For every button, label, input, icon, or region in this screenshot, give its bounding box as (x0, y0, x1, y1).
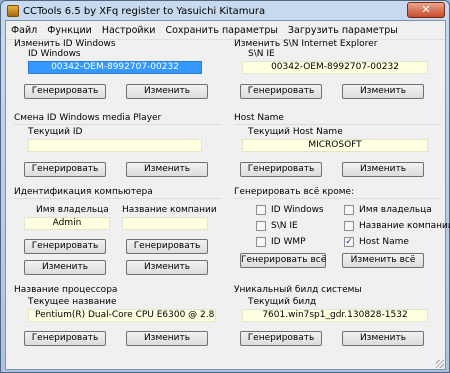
group-divider (234, 124, 439, 125)
group-title: Генерировать всё кроме: (234, 187, 355, 197)
wmp-id-change-button[interactable]: Изменить (126, 162, 208, 177)
group-wmp-id: Смена ID Windows media Player Текущий ID… (14, 113, 222, 193)
checkbox[interactable] (256, 237, 266, 247)
windows-id-label: ID Windows (28, 49, 81, 59)
wmp-id-generate-button[interactable]: Генерировать (24, 162, 106, 177)
group-ie-serial: Изменить S\N Internet Explorer S\N IE 00… (234, 39, 439, 117)
owner-field[interactable]: Admin (24, 217, 110, 230)
group-title: Уникальный билд системы (234, 285, 362, 295)
window-title: CCTools 6.5 by XFq register to Yasuichi … (23, 5, 266, 17)
app-window: CCTools 6.5 by XFq register to Yasuichi … (0, 0, 450, 373)
host-name-field[interactable]: MICROSOFT (242, 139, 428, 152)
cpu-name-field[interactable]: Pentium(R) Dual-Core CPU E6300 @ 2.80GHz (28, 309, 216, 322)
company-change-button[interactable]: Изменить (126, 260, 208, 275)
build-label: Текущий билд (248, 297, 317, 307)
group-divider (14, 198, 222, 199)
group-generate-all: Генерировать всё кроме: ID Windows S\N I… (234, 187, 450, 293)
host-name-label: Текущий Host Name (248, 127, 343, 137)
close-button[interactable]: ✕ (407, 2, 445, 18)
wmp-id-label: Текущий ID (28, 127, 83, 137)
checkbox[interactable] (256, 205, 266, 215)
menu-load-params[interactable]: Загрузить параметры (283, 25, 403, 36)
ie-serial-change-button[interactable]: Изменить (342, 84, 424, 99)
check-host-name[interactable]: ✓ Host Name (344, 237, 409, 247)
group-title: Смена ID Windows media Player (14, 113, 162, 123)
cpu-change-button[interactable]: Изменить (126, 331, 208, 346)
group-windows-id: Изменить ID Windows ID Windows 00342-OEM… (14, 39, 222, 117)
build-generate-button[interactable]: Генерировать (240, 331, 322, 346)
checkbox-checked[interactable]: ✓ (344, 237, 354, 247)
client-area: Файл Функции Настройки Сохранить парамет… (5, 20, 450, 370)
ie-serial-generate-button[interactable]: Генерировать (240, 84, 322, 99)
resize-grip-icon[interactable] (436, 360, 444, 368)
change-all-button[interactable]: Изменить всё (342, 253, 424, 268)
ie-serial-field[interactable]: 00342-OEM-8992707-00232 (242, 61, 428, 74)
company-label: Название компании (122, 205, 217, 215)
host-name-change-button[interactable]: Изменить (342, 162, 424, 177)
ie-serial-label: S\N IE (248, 49, 275, 59)
group-title: Изменить ID Windows (14, 39, 116, 49)
group-title: Изменить S\N Internet Explorer (234, 39, 378, 49)
owner-label: Имя владельца (36, 205, 109, 215)
group-system-build: Уникальный билд системы Текущий билд 760… (234, 285, 439, 369)
menu-settings[interactable]: Настройки (97, 25, 161, 36)
group-divider (234, 198, 439, 199)
group-computer-ident: Идентификация компьютера Имя владельца Н… (14, 187, 222, 293)
menu-file[interactable]: Файл (6, 25, 42, 36)
check-wmp-id[interactable]: ID WMP (256, 237, 306, 247)
menu-save-params[interactable]: Сохранить параметры (160, 25, 282, 36)
group-divider (14, 124, 222, 125)
windows-id-field[interactable]: 00342-OEM-8992707-00232 (28, 61, 202, 74)
menu-bar: Файл Функции Настройки Сохранить парамет… (6, 21, 445, 40)
cpu-name-label: Текущее название (28, 297, 117, 307)
group-title: Название процессора (14, 285, 118, 295)
windows-id-generate-button[interactable]: Генерировать (24, 84, 106, 99)
build-field[interactable]: 7601.win7sp1_gdr.130828-1532 (242, 309, 428, 322)
wmp-id-field[interactable] (28, 139, 202, 152)
company-field[interactable] (122, 217, 208, 230)
owner-generate-button[interactable]: Генерировать (24, 239, 106, 254)
checkbox[interactable] (344, 221, 354, 231)
checkbox[interactable] (344, 205, 354, 215)
checkbox[interactable] (256, 221, 266, 231)
app-icon (7, 5, 19, 17)
group-host-name: Host Name Текущий Host Name MICROSOFT Ге… (234, 113, 439, 193)
menu-functions[interactable]: Функции (42, 25, 97, 36)
check-company[interactable]: Название компании (344, 221, 450, 231)
check-owner[interactable]: Имя владельца (344, 205, 432, 215)
cpu-generate-button[interactable]: Генерировать (24, 331, 106, 346)
group-cpu-name: Название процессора Текущее название Pen… (14, 285, 222, 369)
generate-all-button[interactable]: Генерировать всё (240, 253, 326, 268)
windows-id-change-button[interactable]: Изменить (126, 84, 208, 99)
owner-change-button[interactable]: Изменить (24, 260, 106, 275)
group-title: Идентификация компьютера (14, 187, 153, 197)
build-change-button[interactable]: Изменить (342, 331, 424, 346)
title-bar[interactable]: CCTools 6.5 by XFq register to Yasuichi … (1, 1, 449, 21)
company-generate-button[interactable]: Генерировать (126, 239, 208, 254)
check-ie-serial[interactable]: S\N IE (256, 221, 298, 231)
check-windows-id[interactable]: ID Windows (256, 205, 324, 215)
group-title: Host Name (234, 113, 284, 123)
host-name-generate-button[interactable]: Генерировать (240, 162, 322, 177)
